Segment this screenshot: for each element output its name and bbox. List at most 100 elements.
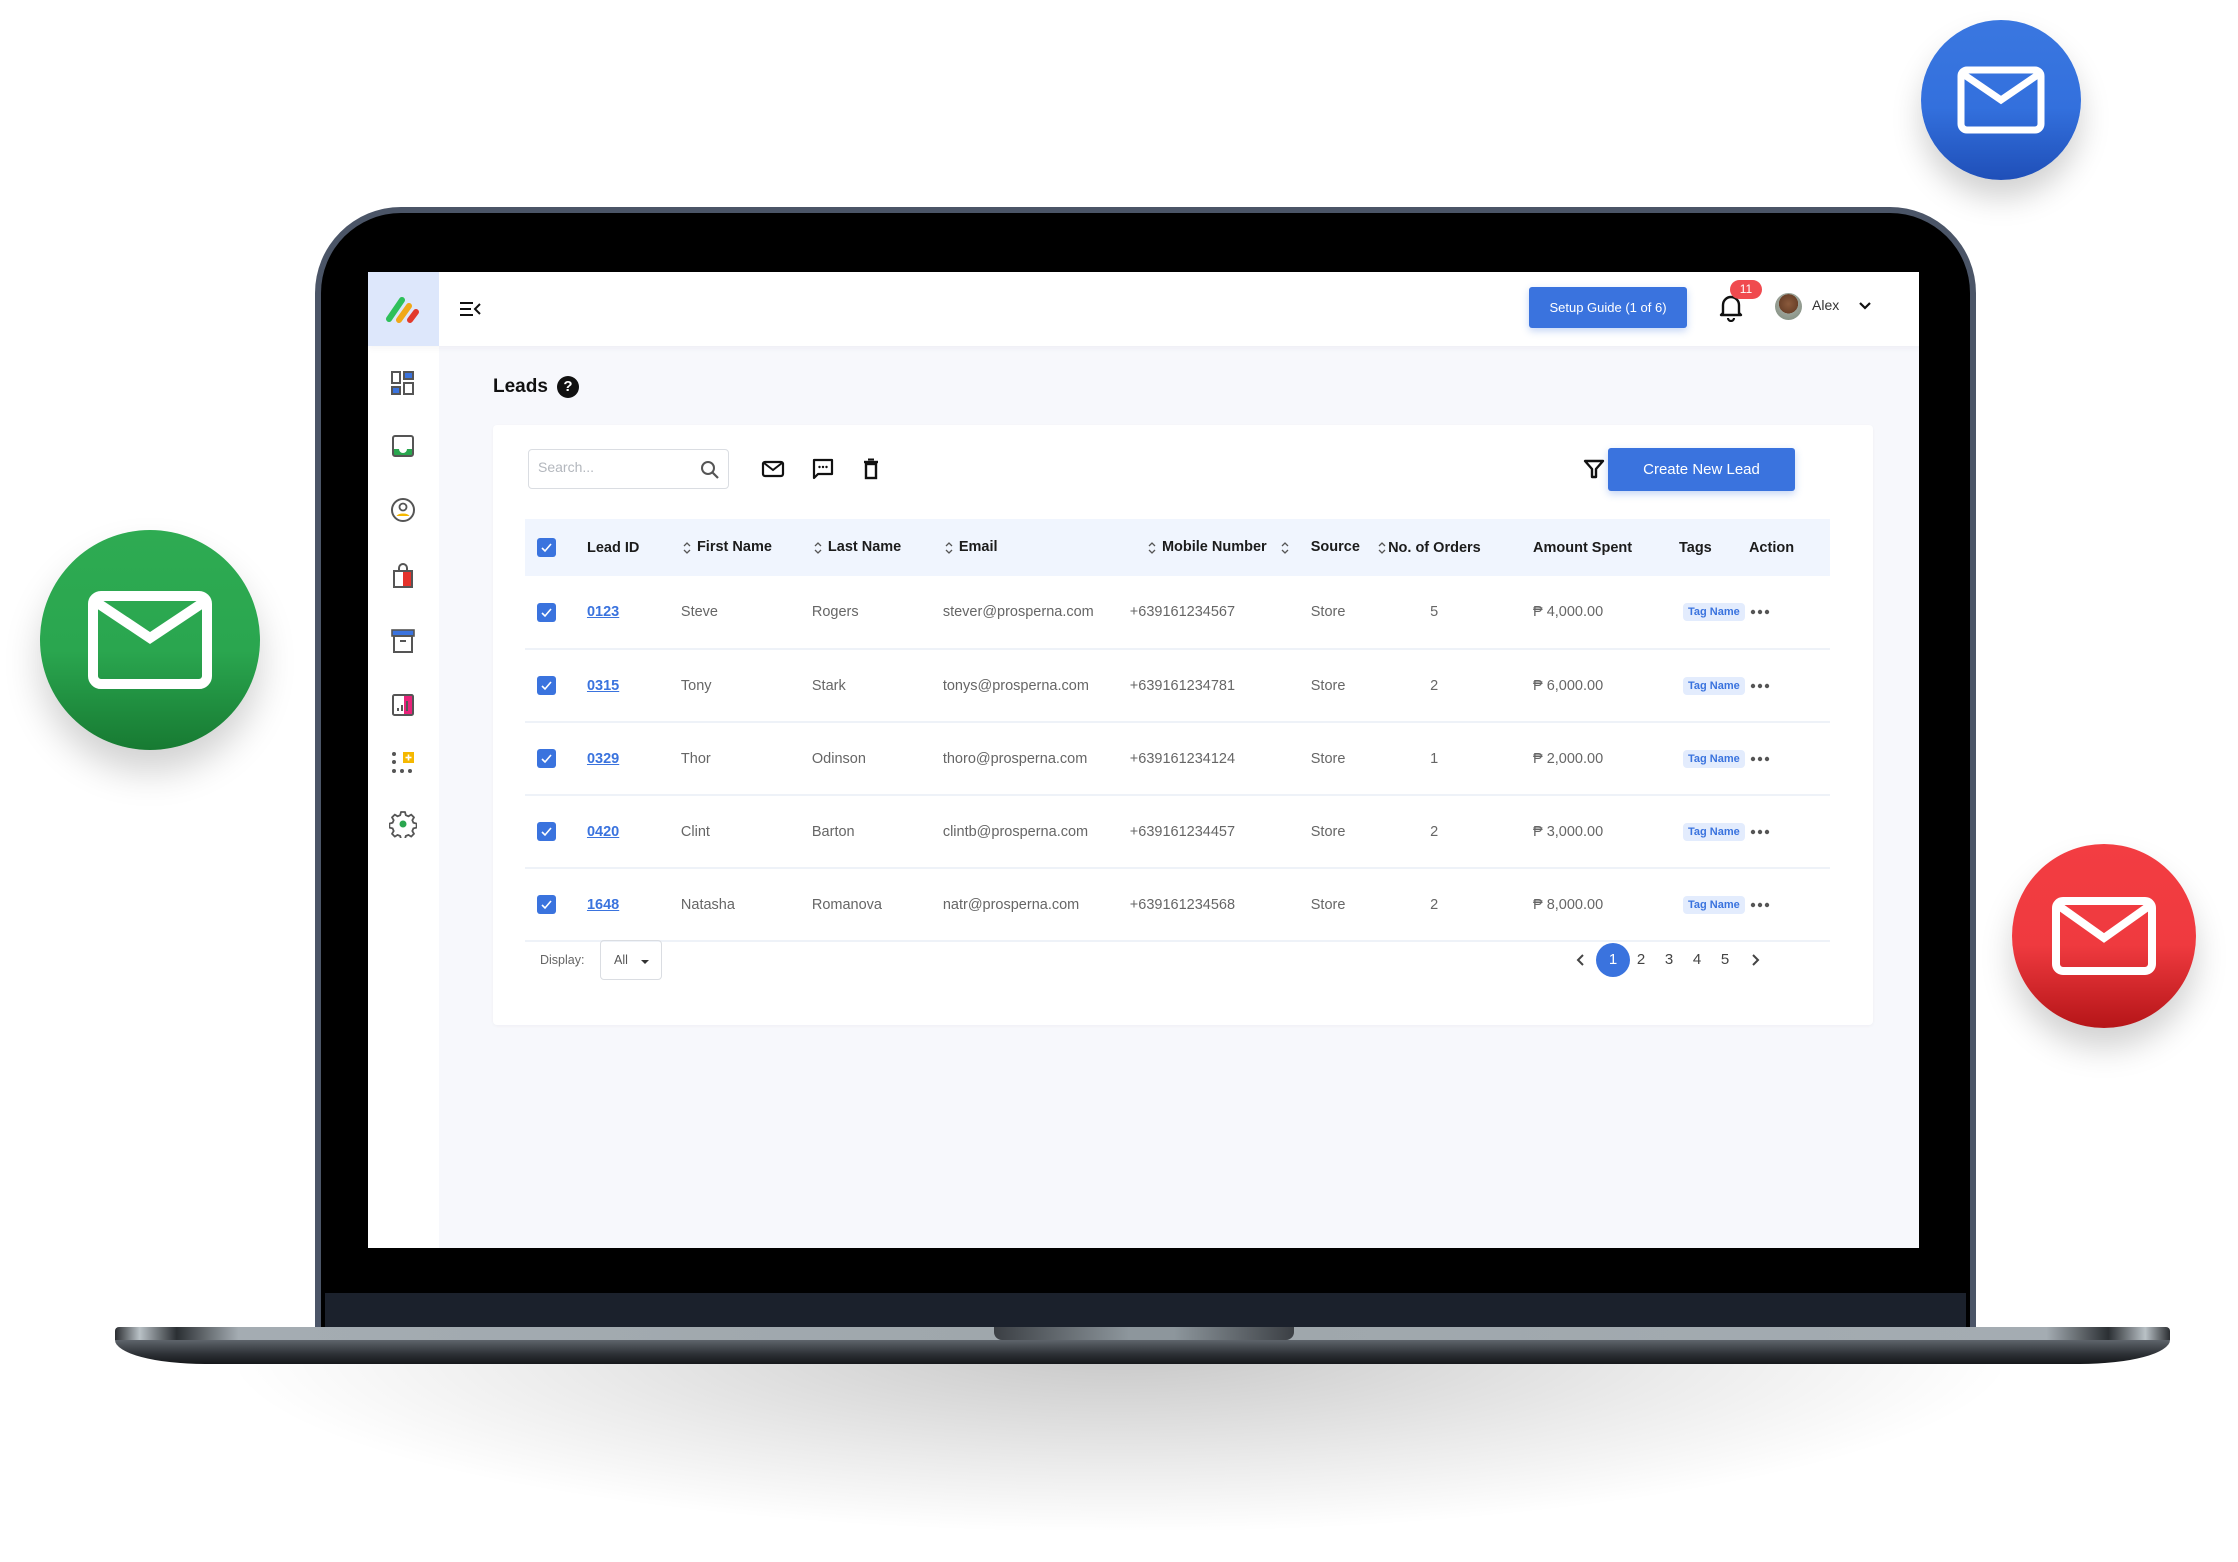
reports-icon [392, 694, 414, 716]
help-icon[interactable]: ? [557, 376, 579, 398]
table-row[interactable]: 0315 Tony Stark tonys@prosperna.com +639… [525, 649, 1830, 722]
notification-badge: 11 [1730, 280, 1762, 299]
amount-spent: ₱ 4,000.00 [1533, 604, 1604, 620]
search-input[interactable] [538, 459, 688, 475]
more-actions-icon[interactable] [1749, 828, 1771, 836]
lead-id-link[interactable]: 0123 [587, 604, 619, 620]
column-header[interactable]: No. of Orders [1388, 519, 1529, 576]
sidebar-item-orders[interactable] [386, 559, 420, 593]
mail-icon [2052, 897, 2156, 975]
column-header[interactable]: Email [943, 519, 1125, 576]
column-header[interactable]: Tags [1679, 519, 1749, 576]
row-checkbox[interactable] [537, 822, 556, 841]
sidebar-item-contacts[interactable] [386, 493, 420, 527]
column-header[interactable]: First Name [681, 519, 812, 576]
last-name: Barton [811, 823, 855, 840]
sort-icon[interactable] [1146, 540, 1158, 556]
chevron-down-icon[interactable] [1857, 298, 1873, 314]
email: natr@prosperna.com [942, 896, 1080, 913]
email-icon[interactable] [761, 457, 785, 481]
lead-id-link[interactable]: 1648 [587, 897, 619, 913]
check-icon [541, 543, 552, 553]
more-actions-icon[interactable] [1749, 682, 1771, 690]
column-header[interactable]: Lead ID [587, 519, 681, 576]
order-count: 2 [1430, 677, 1439, 694]
search-box[interactable] [528, 449, 729, 489]
first-name: Thor [680, 750, 711, 767]
more-actions-icon[interactable] [1749, 755, 1771, 763]
first-name: Clint [680, 823, 710, 840]
laptop-base-lip [115, 1340, 2170, 1364]
column-header[interactable]: Action [1749, 519, 1830, 576]
last-name: Rogers [811, 604, 859, 620]
sidebar-item-products[interactable] [386, 624, 420, 658]
order-count: 1 [1430, 750, 1439, 767]
email: thoro@prosperna.com [942, 750, 1088, 767]
row-checkbox[interactable] [537, 676, 556, 695]
tag-badge[interactable]: Tag Name [1682, 603, 1745, 621]
user-name[interactable]: Alex [1812, 297, 1839, 313]
avatar[interactable] [1775, 293, 1802, 320]
order-count: 2 [1430, 896, 1439, 913]
last-name: Odinson [811, 750, 866, 767]
chevron-right-icon[interactable] [1747, 952, 1763, 968]
delete-icon[interactable] [859, 457, 883, 481]
sidebar-item-dashboard[interactable] [386, 366, 420, 400]
sort-icon[interactable] [681, 540, 693, 556]
column-header[interactable]: Mobile Number [1125, 519, 1291, 576]
table-header-row: Lead ID First Name Last Name Email Mobil… [525, 519, 1830, 576]
lead-id-link[interactable]: 0329 [587, 751, 619, 767]
column-header[interactable]: Last Name [812, 519, 943, 576]
sidebar-item-apps[interactable] [386, 746, 420, 780]
sort-icon[interactable] [943, 540, 955, 556]
table-row[interactable]: 1648 Natasha Romanova natr@prosperna.com… [525, 868, 1830, 941]
first-name: Tony [680, 677, 712, 694]
amount-spent: ₱ 8,000.00 [1533, 896, 1604, 913]
logo[interactable] [368, 272, 439, 346]
sidebar-item-inbox[interactable] [386, 429, 420, 463]
sidebar-item-settings[interactable] [386, 807, 420, 841]
lead-id-link[interactable]: 0315 [587, 678, 619, 694]
table-row[interactable]: 0123 Steve Rogers stever@prosperna.com +… [525, 576, 1830, 649]
display-select[interactable]: All [600, 940, 662, 980]
table-row[interactable]: 0329 Thor Odinson thoro@prosperna.com +6… [525, 722, 1830, 795]
sort-icon[interactable] [1279, 540, 1291, 556]
menu-collapse-icon[interactable] [458, 298, 482, 320]
mobile-number: +639161234567 [1129, 604, 1236, 620]
laptop-chin [325, 1293, 1966, 1329]
column-header[interactable]: Amount Spent [1529, 519, 1679, 576]
tag-badge[interactable]: Tag Name [1682, 895, 1745, 914]
mail-bubble-blue [1921, 20, 2081, 180]
more-actions-icon[interactable] [1749, 901, 1771, 909]
source: Store [1310, 677, 1346, 694]
tag-badge[interactable]: Tag Name [1682, 822, 1745, 841]
sort-icon[interactable] [1376, 540, 1388, 556]
tag-badge[interactable]: Tag Name [1682, 676, 1745, 695]
table-row[interactable]: 0420 Clint Barton clintb@prosperna.com +… [525, 795, 1830, 868]
add-apps-icon [392, 752, 414, 773]
lead-id-link[interactable]: 0420 [587, 824, 619, 840]
order-count: 5 [1430, 604, 1439, 620]
more-actions-icon[interactable] [1749, 608, 1771, 616]
mobile-number: +639161234124 [1129, 750, 1236, 767]
amount-spent: ₱ 2,000.00 [1533, 750, 1604, 767]
app-screen: Setup Guide (1 of 6) 11 Alex Leads ? Sea… [368, 272, 1919, 1248]
sort-icon[interactable] [812, 540, 824, 556]
sms-icon[interactable] [811, 457, 835, 481]
row-checkbox[interactable] [537, 895, 556, 914]
tag-badge[interactable]: Tag Name [1682, 749, 1745, 768]
column-header[interactable]: Source [1291, 519, 1388, 576]
top-bar: Setup Guide (1 of 6) 11 Alex [368, 272, 1919, 346]
sidebar-item-reports[interactable] [386, 688, 420, 722]
leads-card: Create New Lead Lead ID First Name Last … [493, 425, 1873, 1025]
setup-guide-button[interactable]: Setup Guide (1 of 6) [1529, 287, 1687, 328]
settings-icon [389, 811, 417, 838]
row-checkbox[interactable] [537, 749, 556, 768]
select-all-checkbox[interactable] [537, 538, 556, 557]
chevron-left-icon[interactable] [1573, 952, 1589, 968]
row-checkbox[interactable] [537, 602, 556, 622]
filter-icon[interactable] [1583, 458, 1605, 480]
page-button[interactable]: 5 [1708, 943, 1742, 977]
search-icon[interactable] [700, 460, 720, 480]
create-new-lead-button[interactable]: Create New Lead [1608, 448, 1795, 491]
